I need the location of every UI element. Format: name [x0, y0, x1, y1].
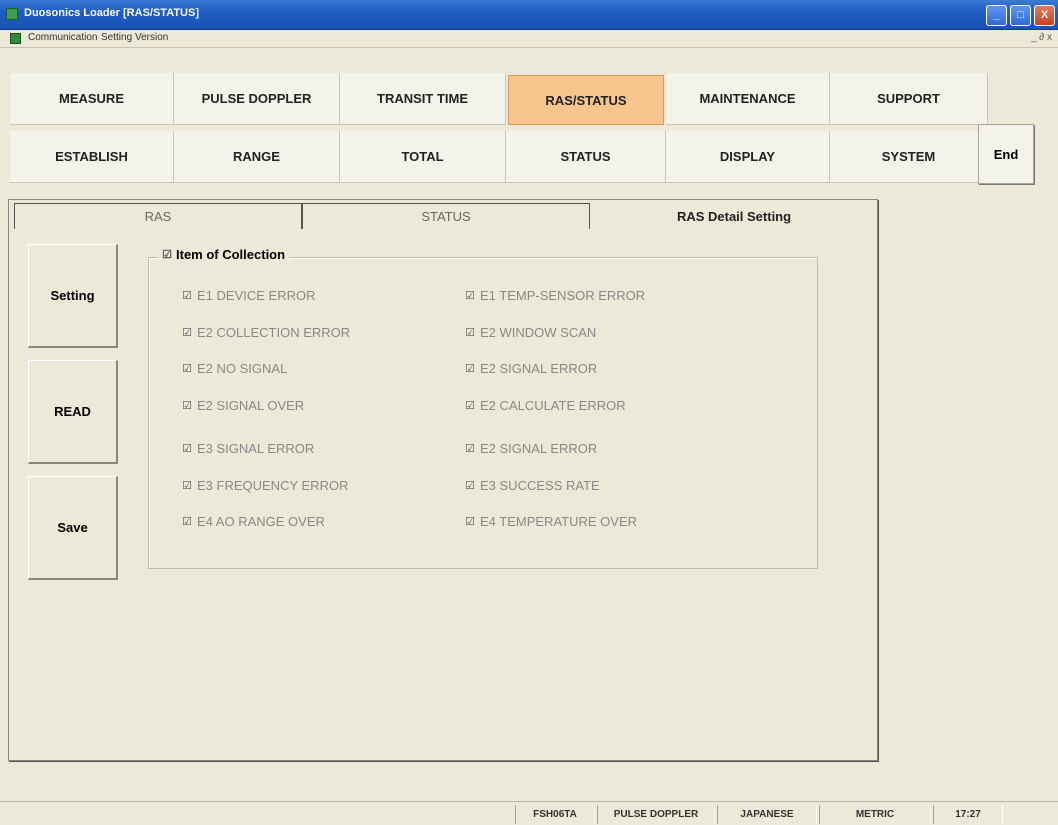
nav-measure[interactable]: MEASURE [10, 73, 174, 125]
document-icon[interactable] [10, 33, 21, 44]
status-unit: METRIC [819, 805, 931, 824]
tab-ras-detail-setting[interactable]: RAS Detail Setting [592, 203, 876, 229]
minimize-button[interactable]: _ [986, 5, 1007, 26]
menu-version[interactable]: Version [135, 32, 168, 43]
checkbox-checked-icon: ☑ [182, 443, 192, 455]
checkbox-e2-calculate-error[interactable]: ☑ E2 CALCULATE ERROR [465, 398, 626, 413]
checkbox-e2-signal-error-2[interactable]: ☑ E2 SIGNAL ERROR [465, 441, 597, 456]
status-time: 17:27 [933, 805, 1003, 824]
status-mode: PULSE DOPPLER [597, 805, 715, 824]
read-button[interactable]: READ [28, 360, 118, 464]
tab-ras[interactable]: RAS [14, 203, 302, 229]
checkbox-label: E4 AO RANGE OVER [197, 514, 325, 529]
checkbox-label: E2 COLLECTION ERROR [197, 325, 351, 340]
checkbox-checked-icon: ☑ [182, 363, 192, 375]
checkbox-checked-icon: ☑ [182, 327, 192, 339]
checkbox-e4-temperature-over[interactable]: ☑ E4 TEMPERATURE OVER [465, 514, 637, 529]
checkbox-e3-signal-error[interactable]: ☑ E3 SIGNAL ERROR [182, 441, 314, 456]
checkbox-label: E1 TEMP-SENSOR ERROR [480, 288, 646, 303]
checkbox-e2-signal-error[interactable]: ☑ E2 SIGNAL ERROR [465, 361, 597, 376]
checkbox-checked-icon[interactable]: ☑ [162, 248, 172, 261]
status-language: JAPANESE [717, 805, 817, 824]
checkbox-e3-frequency-error[interactable]: ☑ E3 FREQUENCY ERROR [182, 478, 348, 493]
checkbox-checked-icon: ☑ [465, 400, 475, 412]
checkbox-label: E2 SIGNAL ERROR [480, 441, 598, 456]
nav-total[interactable]: TOTAL [340, 131, 506, 183]
nav-support[interactable]: SUPPORT [830, 73, 988, 125]
maximize-button[interactable]: □ [1010, 5, 1031, 26]
mdi-window-controls[interactable]: _ ∂ x [1031, 32, 1052, 43]
checkbox-e2-signal-over[interactable]: ☑ E2 SIGNAL OVER [182, 398, 304, 413]
checkbox-e3-success-rate[interactable]: ☑ E3 SUCCESS RATE [465, 478, 600, 493]
checkbox-e1-temp-sensor-error[interactable]: ☑ E1 TEMP-SENSOR ERROR [465, 288, 645, 303]
status-bar: FSH06TA PULSE DOPPLER JAPANESE METRIC 17… [0, 801, 1058, 825]
checkbox-label: E1 DEVICE ERROR [197, 288, 316, 303]
setting-button[interactable]: Setting [28, 244, 118, 348]
nav-establish[interactable]: ESTABLISH [10, 131, 174, 183]
main-navigation: MEASURE PULSE DOPPLER TRANSIT TIME RAS/S… [10, 73, 1058, 187]
group-title[interactable]: ☑ Item of Collection [158, 247, 290, 262]
title-bar[interactable]: Duosonics Loader [RAS/STATUS] _ □ X [0, 0, 1058, 30]
checkbox-label: E3 FREQUENCY ERROR [197, 478, 349, 493]
checkbox-checked-icon: ☑ [465, 443, 475, 455]
checkbox-label: E2 CALCULATE ERROR [480, 398, 626, 413]
app-icon [6, 8, 18, 20]
checkbox-label: E2 NO SIGNAL [197, 361, 288, 376]
save-button[interactable]: Save [28, 476, 118, 580]
checkbox-checked-icon: ☑ [465, 363, 475, 375]
status-model: FSH06TA [515, 805, 595, 824]
group-title-label: Item of Collection [176, 247, 286, 262]
end-button[interactable]: End [978, 124, 1034, 184]
menu-bar: Communication Setting Version _ ∂ x [0, 30, 1058, 48]
menu-setting[interactable]: Setting [101, 32, 132, 43]
window-title: Duosonics Loader [RAS/STATUS] [24, 7, 199, 19]
checkbox-label: E2 SIGNAL OVER [197, 398, 305, 413]
checkbox-e2-no-signal[interactable]: ☑ E2 NO SIGNAL [182, 361, 287, 376]
checkbox-checked-icon: ☑ [182, 400, 192, 412]
nav-status[interactable]: STATUS [506, 131, 666, 183]
menu-communication[interactable]: Communication [28, 32, 97, 43]
checkbox-label: E2 WINDOW SCAN [480, 325, 597, 340]
nav-transit-time[interactable]: TRANSIT TIME [340, 73, 506, 125]
nav-pulse-doppler[interactable]: PULSE DOPPLER [174, 73, 340, 125]
nav-display[interactable]: DISPLAY [666, 131, 830, 183]
close-button[interactable]: X [1034, 5, 1055, 26]
nav-range[interactable]: RANGE [174, 131, 340, 183]
tab-status[interactable]: STATUS [302, 203, 590, 229]
checkbox-checked-icon: ☑ [465, 516, 475, 528]
checkbox-label: E2 SIGNAL ERROR [480, 361, 598, 376]
checkbox-e2-window-scan[interactable]: ☑ E2 WINDOW SCAN [465, 325, 596, 340]
checkbox-checked-icon: ☑ [182, 290, 192, 302]
checkbox-checked-icon: ☑ [465, 327, 475, 339]
checkbox-e4-ao-range-over[interactable]: ☑ E4 AO RANGE OVER [182, 514, 325, 529]
checkbox-label: E3 SUCCESS RATE [480, 478, 600, 493]
checkbox-e2-collection-error[interactable]: ☑ E2 COLLECTION ERROR [182, 325, 350, 340]
nav-ras-status[interactable]: RAS/STATUS [508, 75, 664, 125]
checkbox-e1-device-error[interactable]: ☑ E1 DEVICE ERROR [182, 288, 315, 303]
checkbox-label: E4 TEMPERATURE OVER [480, 514, 637, 529]
nav-maintenance[interactable]: MAINTENANCE [666, 73, 830, 125]
nav-system[interactable]: SYSTEM [830, 131, 988, 183]
checkbox-checked-icon: ☑ [182, 516, 192, 528]
checkbox-checked-icon: ☑ [465, 480, 475, 492]
checkbox-checked-icon: ☑ [182, 480, 192, 492]
checkbox-label: E3 SIGNAL ERROR [197, 441, 315, 456]
checkbox-checked-icon: ☑ [465, 290, 475, 302]
